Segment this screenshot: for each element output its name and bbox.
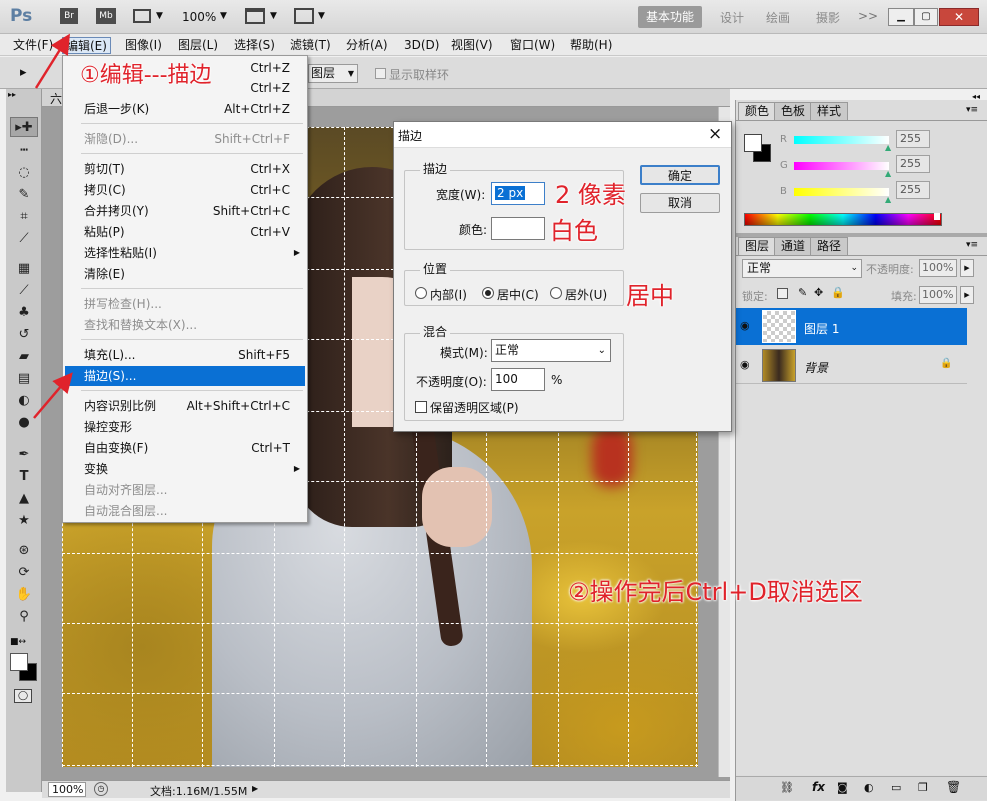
annotation-arrows: [33, 33, 73, 419]
annotation-arrow-menu: [34, 33, 70, 89]
foreground-color-swatch[interactable]: [10, 653, 28, 671]
annotation-arrow-stroke-item: [33, 372, 73, 419]
panel-foreground-swatch[interactable]: [744, 134, 762, 152]
